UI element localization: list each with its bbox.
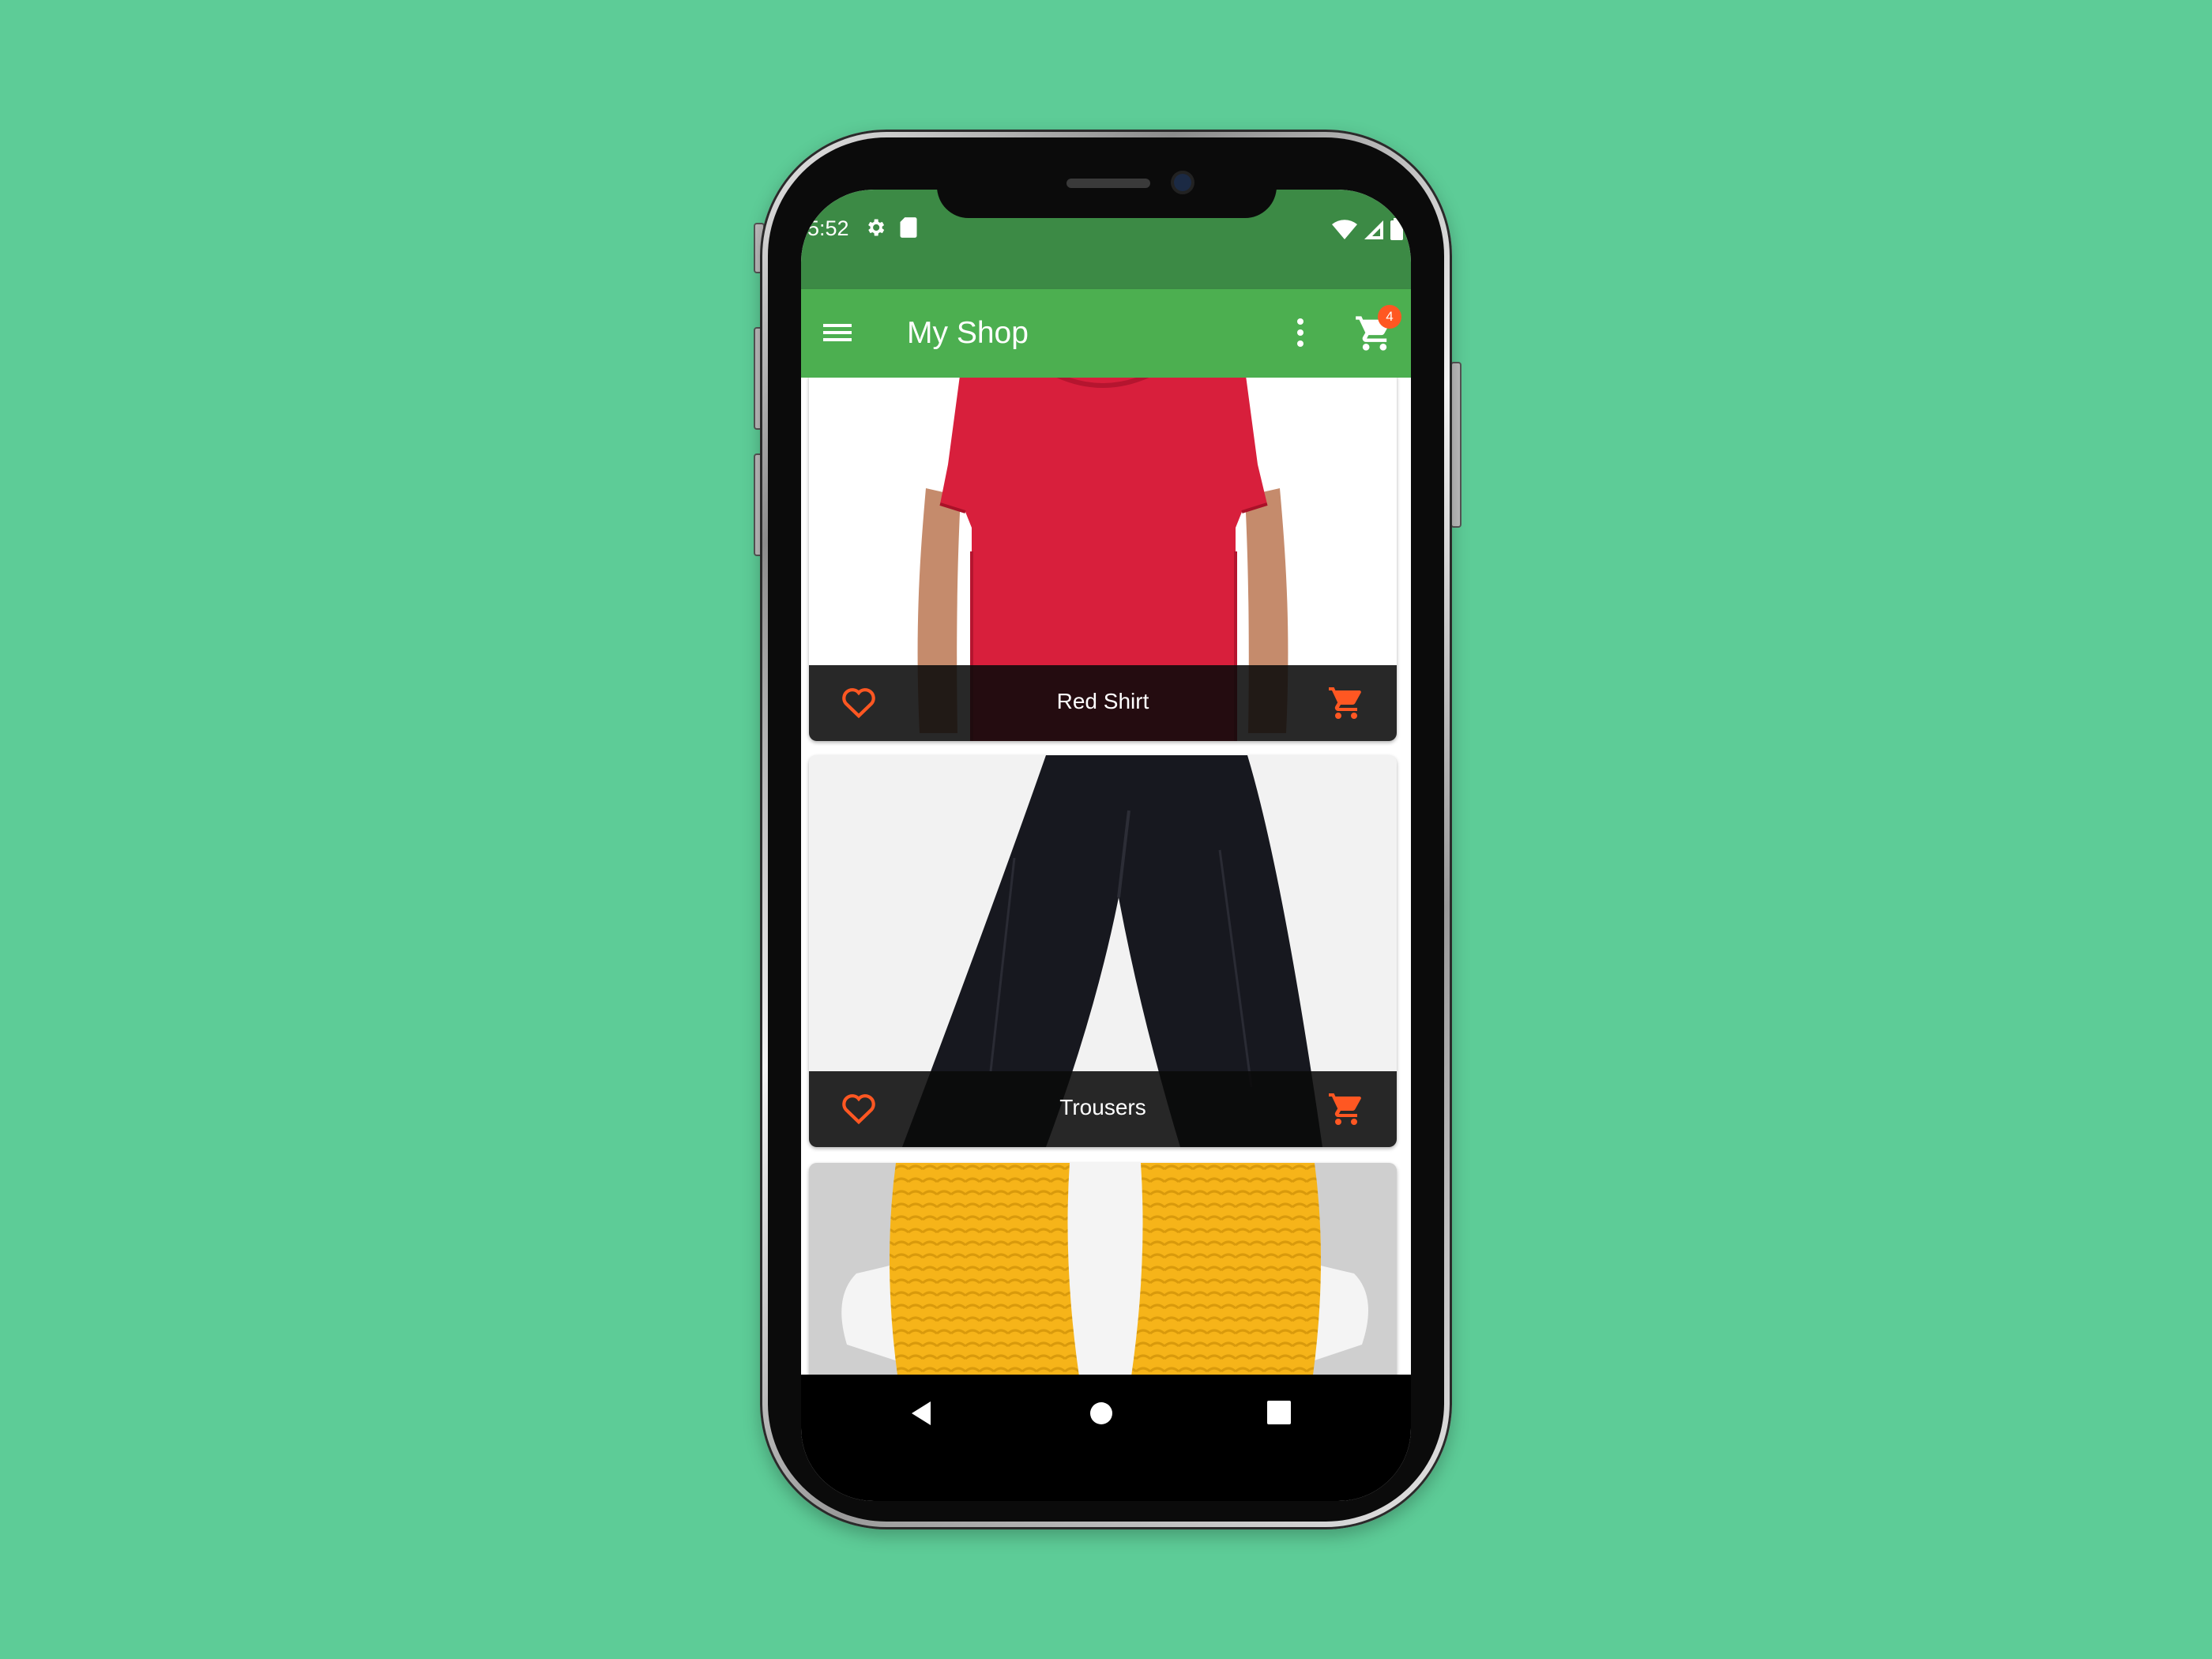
product-card[interactable]: Trousers [809,755,1397,1147]
settings-icon [864,216,886,243]
menu-icon[interactable] [822,319,853,346]
add-to-cart-icon[interactable] [1327,684,1365,722]
product-card[interactable]: Red Shirt [809,378,1397,741]
product-list[interactable]: Red Shirt Trousers [801,378,1411,1375]
battery-icon [1390,218,1403,244]
wifi-icon [1332,220,1357,244]
front-camera [1174,174,1191,191]
earpiece-speaker [1066,179,1150,188]
recents-button[interactable] [1267,1401,1291,1428]
product-name: Red Shirt [1056,689,1149,713]
card-footer: Trousers [809,1071,1397,1147]
sd-card-icon [899,216,918,243]
phone-notch [937,186,1277,218]
status-time: 5:52 [807,216,849,240]
product-name: Trousers [1059,1095,1146,1119]
more-vert-icon[interactable] [1292,316,1308,349]
yellow-scarf-image [809,1163,1397,1375]
cart-badge: 4 [1378,305,1401,329]
back-button[interactable] [908,1400,934,1431]
phone-screen: 5:52 My Shop 4 Red Shirt Trousers [801,190,1411,1501]
card-footer: Red Shirt [809,665,1397,741]
app-bar: My Shop 4 [801,289,1411,378]
home-button[interactable] [1089,1401,1114,1430]
add-to-cart-icon[interactable] [1327,1090,1365,1128]
navigation-bar [801,1375,1411,1501]
product-card[interactable] [809,1163,1397,1375]
app-title: My Shop [907,316,1029,350]
power-button [1450,362,1462,528]
signal-icon [1364,220,1384,244]
